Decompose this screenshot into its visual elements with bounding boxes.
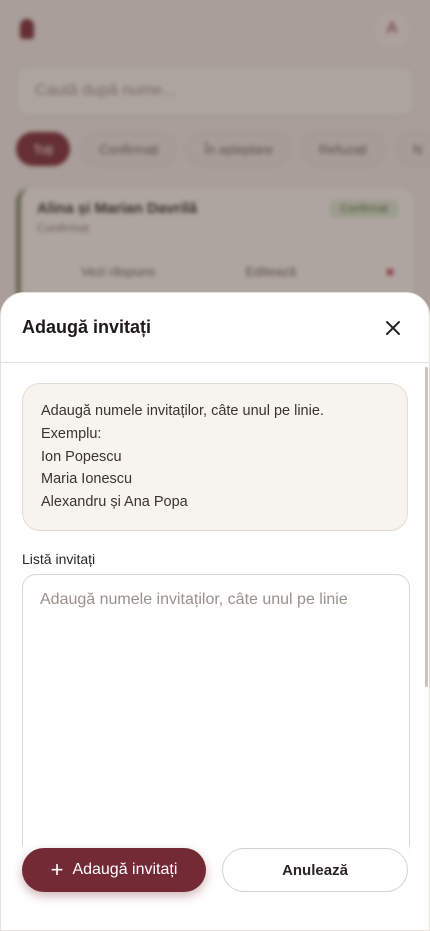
hint-line: Adaugă numele invitaților, câte unul pe …: [41, 403, 324, 419]
sheet-footer: + Adaugă invitați Anulează: [1, 846, 429, 930]
hint-box: Adaugă numele invitaților, câte unul pe …: [22, 383, 408, 531]
add-guests-button-label: Adaugă invitați: [72, 861, 178, 878]
hint-line: Exemplu:: [41, 425, 102, 442]
hint-line: Ion Popescu: [41, 448, 122, 465]
add-guests-sheet: Adaugă invitați Adaugă numele invitațilo…: [0, 292, 430, 931]
add-guests-button[interactable]: + Adaugă invitați: [22, 848, 206, 892]
close-icon: [386, 320, 400, 335]
cancel-button[interactable]: Anulează: [222, 848, 408, 892]
sheet-body: Adaugă numele invitaților, câte unul pe …: [1, 363, 429, 930]
sheet-header: Adaugă invitați: [1, 293, 429, 363]
hint-line: Maria Ionescu: [41, 471, 133, 488]
sheet-title: Adaugă invitați: [22, 317, 152, 337]
guest-list-textarea[interactable]: [22, 573, 410, 874]
hint-line: Alexandru și Ana Popa: [41, 494, 188, 510]
close-button[interactable]: [378, 313, 408, 343]
plus-icon: +: [50, 857, 64, 882]
guest-list-label: Listă invitați: [22, 550, 96, 567]
